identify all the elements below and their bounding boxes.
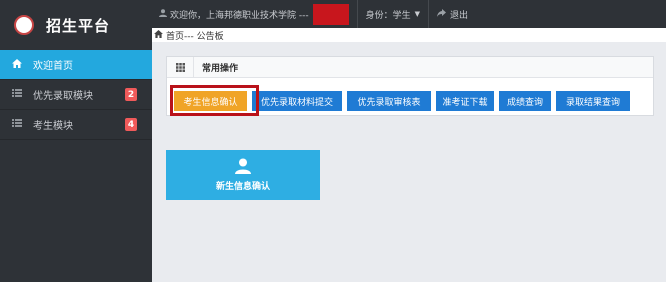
home-icon[interactable] [154,29,163,41]
sidebar-item-label: 欢迎首页 [33,61,73,72]
new-student-info-tile[interactable]: 新生信息确认 [166,150,320,200]
sidebar-item-home[interactable]: 欢迎首页 [0,50,152,79]
score-query-button[interactable]: 成绩查询 [499,91,551,111]
list-icon [11,119,23,130]
share-icon [437,8,447,20]
sidebar: 招生平台 欢迎首页 优先录取模块 2 考生模块 4 [0,0,152,282]
admission-result-query-button[interactable]: 录取结果查询 [556,91,630,111]
logout-button[interactable]: 退出 [437,8,468,21]
count-badge: 2 [125,88,137,101]
divider [428,0,430,28]
home-icon [11,58,23,71]
school-logo [14,15,34,35]
tile-label: 新生信息确认 [215,182,270,192]
logout-label: 退出 [450,10,469,21]
breadcrumb: 首页--- 公告板 [152,28,666,42]
download-admission-ticket-button[interactable]: 准考证下载 [436,91,494,111]
priority-review-form-button[interactable]: 优先录取审核表 [347,91,431,111]
panel-header: 常用操作 [167,56,653,78]
caret-down-icon: ▼ [414,10,421,18]
divider [0,139,152,140]
identity-dropdown[interactable]: 身份：学生 ▼ [366,8,420,21]
user-icon [235,158,251,174]
top-bar: 欢迎你，上海邦德职业技术学院 --- 身份：学生 ▼ 退出 [152,0,666,28]
breadcrumb-text: 首页--- 公告板 [166,31,224,42]
app-title: 招生平台 [46,16,111,35]
brand[interactable]: 招生平台 [0,0,152,50]
user-icon [159,8,167,20]
submit-priority-materials-button[interactable]: 优先录取材料提交 [252,91,342,111]
panel-title: 常用操作 [202,63,239,74]
sidebar-item-candidate[interactable]: 考生模块 4 [0,110,152,139]
grid-icon [167,56,194,78]
identity-label: 身份：学生 [365,10,411,21]
list-icon [11,89,23,100]
divider [356,0,358,28]
redacted-username [312,3,349,25]
sidebar-item-priority-admission[interactable]: 优先录取模块 2 [0,80,152,109]
welcome-message: 欢迎你，上海邦德职业技术学院 --- [159,0,349,28]
welcome-text: 欢迎你，上海邦德职业技术学院 --- [170,10,309,21]
count-badge: 4 [125,118,137,131]
highlight-box [170,85,259,116]
